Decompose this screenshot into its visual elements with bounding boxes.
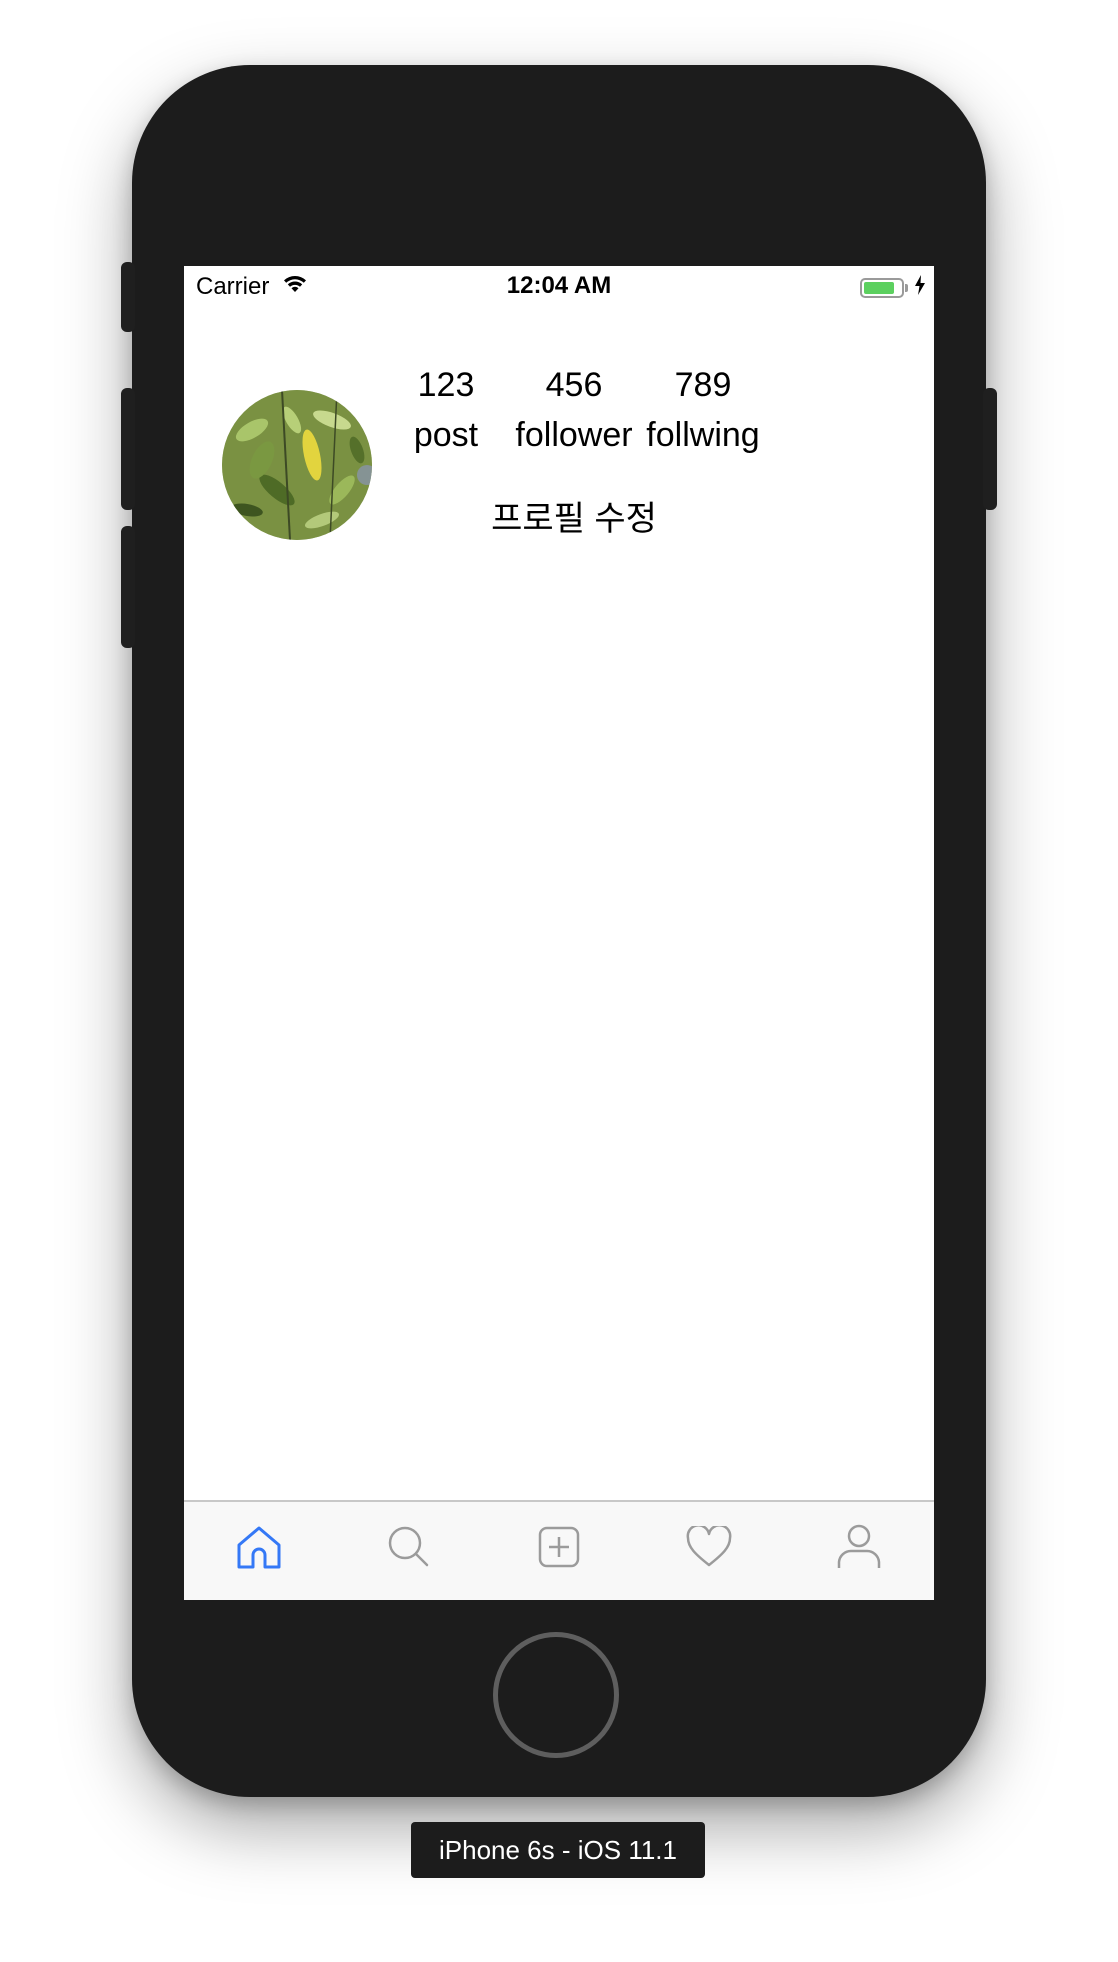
tab-bar <box>184 1500 934 1600</box>
tab-search[interactable] <box>334 1514 484 1584</box>
status-bar: Carrier 12:04 AM <box>184 266 934 306</box>
post-count: 123 <box>417 366 475 404</box>
following-count: 789 <box>674 366 732 404</box>
avatar[interactable] <box>222 390 372 540</box>
tab-activity[interactable] <box>634 1514 784 1584</box>
device-label: iPhone 6s - iOS 11.1 <box>411 1822 705 1878</box>
profile-icon <box>836 1524 882 1575</box>
follower-label: follower <box>515 416 633 454</box>
add-post-icon <box>537 1525 581 1574</box>
edit-profile-button[interactable]: 프로필 수정 <box>484 491 664 540</box>
screen: Carrier 12:04 AM 123 post 456 follower 7… <box>184 266 934 1600</box>
volume-up-button <box>121 388 135 510</box>
post-label: post <box>413 416 479 454</box>
tab-add-post[interactable] <box>484 1514 634 1584</box>
tab-profile[interactable] <box>784 1514 934 1584</box>
battery-group <box>860 274 926 302</box>
leaf-photo-icon <box>222 390 372 540</box>
follower-count: 456 <box>545 366 603 404</box>
heart-icon <box>685 1523 733 1573</box>
home-button[interactable] <box>493 1632 619 1758</box>
volume-down-button <box>121 526 135 648</box>
following-label: follwing <box>646 416 760 454</box>
charging-bolt-icon <box>914 274 926 302</box>
battery-icon <box>860 278 904 298</box>
power-button <box>983 388 997 510</box>
status-time: 12:04 AM <box>506 272 612 299</box>
tab-home[interactable] <box>184 1514 334 1584</box>
mute-switch <box>121 262 135 332</box>
battery-tip <box>905 284 908 292</box>
search-icon <box>387 1525 431 1574</box>
battery-fill <box>864 282 894 294</box>
home-icon <box>235 1525 283 1574</box>
simulator-canvas: Carrier 12:04 AM 123 post 456 follower 7… <box>0 0 1118 1962</box>
